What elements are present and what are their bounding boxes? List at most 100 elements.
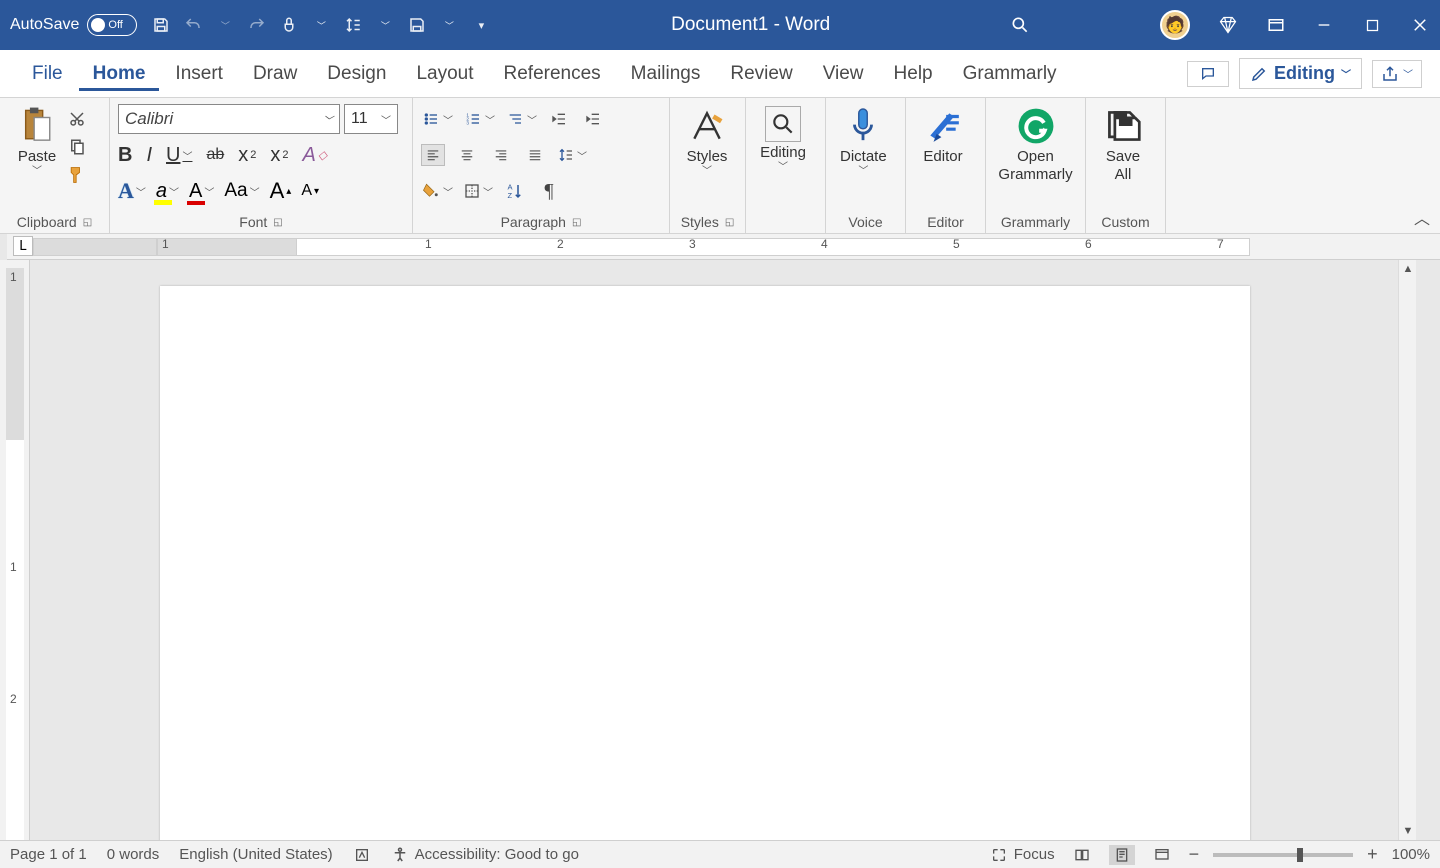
subscript-button[interactable]: x2 [238, 144, 256, 167]
language-indicator[interactable]: English (United States) [179, 846, 332, 863]
text-effects-button[interactable]: A﹀ [118, 178, 146, 204]
minimize-icon[interactable] [1314, 15, 1334, 35]
maximize-icon[interactable] [1362, 15, 1382, 35]
spacing-dropdown-icon[interactable]: ﹀ [375, 15, 395, 35]
copy-icon[interactable] [66, 136, 88, 158]
scroll-down-icon[interactable]: ▼ [1399, 822, 1417, 840]
tab-home[interactable]: Home [79, 57, 160, 91]
styles-button[interactable]: Styles ﹀ [678, 104, 736, 211]
styles-launcher-icon[interactable]: ◱ [725, 217, 734, 228]
vertical-ruler[interactable]: 1 1 2 [0, 260, 30, 840]
tab-review[interactable]: Review [716, 57, 806, 91]
tab-help[interactable]: Help [880, 57, 947, 91]
horizontal-ruler[interactable]: L 1 1 2 3 4 5 6 7 [7, 234, 1440, 260]
zoom-out-button[interactable]: − [1189, 844, 1200, 865]
close-icon[interactable] [1410, 15, 1430, 35]
web-layout-icon[interactable] [1149, 845, 1175, 865]
italic-button[interactable]: I [146, 144, 152, 167]
shrink-font-button[interactable]: A▾ [301, 182, 319, 200]
collapse-ribbon-icon[interactable]: ︿ [1414, 205, 1430, 229]
tab-layout[interactable]: Layout [402, 57, 487, 91]
user-avatar[interactable]: 🧑 [1160, 10, 1190, 40]
vertical-scrollbar[interactable]: ▲ ▼ [1398, 260, 1416, 840]
tab-mailings[interactable]: Mailings [617, 57, 715, 91]
diamond-icon[interactable] [1218, 15, 1238, 35]
search-icon[interactable] [1010, 15, 1030, 35]
decrease-indent-button[interactable] [547, 108, 571, 130]
tab-file[interactable]: File [18, 57, 77, 91]
align-left-button[interactable] [421, 144, 445, 166]
accessibility-status[interactable]: Accessibility: Good to go [391, 846, 579, 864]
editing-group-button[interactable]: Editing ﹀ [754, 104, 812, 211]
read-mode-icon[interactable] [1069, 845, 1095, 865]
tab-insert[interactable]: Insert [161, 57, 237, 91]
underline-button[interactable]: U﹀ [166, 144, 192, 167]
line-spacing-button[interactable]: ﹀ [557, 147, 587, 163]
scroll-up-icon[interactable]: ▲ [1399, 260, 1417, 278]
show-marks-button[interactable]: ¶ [537, 180, 561, 202]
clipboard-launcher-icon[interactable]: ◱ [83, 217, 92, 228]
quickprint-icon[interactable] [407, 15, 427, 35]
redo-icon[interactable] [247, 15, 267, 35]
font-launcher-icon[interactable]: ◱ [273, 217, 282, 228]
increase-indent-button[interactable] [581, 108, 605, 130]
autosave-toggle[interactable]: AutoSave Off [10, 14, 137, 36]
tab-grammarly[interactable]: Grammarly [949, 57, 1071, 91]
shading-button[interactable]: ﹀ [421, 182, 453, 200]
editor-button[interactable]: Editor [914, 104, 972, 211]
tab-references[interactable]: References [490, 57, 615, 91]
clear-formatting-icon[interactable]: A◇ [303, 144, 328, 167]
ribbon-display-icon[interactable] [1266, 15, 1286, 35]
multilevel-list-button[interactable]: ﹀ [505, 111, 537, 127]
justify-button[interactable] [523, 144, 547, 166]
open-grammarly-button[interactable]: Open Grammarly [994, 104, 1077, 211]
numbering-button[interactable]: 123﹀ [463, 111, 495, 127]
undo-icon[interactable] [183, 15, 203, 35]
qat-customize-icon[interactable]: ▾ [471, 15, 491, 35]
paragraph-launcher-icon[interactable]: ◱ [572, 217, 581, 228]
spacing-icon[interactable] [343, 15, 363, 35]
grow-font-button[interactable]: A▴ [270, 178, 292, 204]
touch-dropdown-icon[interactable]: ﹀ [311, 15, 331, 35]
document-viewport[interactable]: ▲ ▼ [30, 260, 1440, 840]
comments-button[interactable] [1187, 61, 1229, 87]
superscript-button[interactable]: x2 [270, 144, 288, 167]
focus-mode[interactable]: Focus [990, 846, 1055, 863]
document-page[interactable] [160, 286, 1250, 840]
font-size-combo[interactable]: 11 ﹀ [344, 104, 398, 134]
autosave-switch[interactable]: Off [87, 14, 137, 36]
bullets-button[interactable]: ﹀ [421, 111, 453, 127]
touch-mode-icon[interactable] [279, 15, 299, 35]
borders-button[interactable]: ﹀ [463, 183, 493, 199]
zoom-slider[interactable] [1213, 853, 1353, 857]
highlight-button[interactable]: a﹀ [156, 180, 179, 203]
tab-selector[interactable]: L [13, 236, 33, 256]
editing-mode-button[interactable]: Editing ﹀ [1239, 58, 1362, 89]
tab-design[interactable]: Design [313, 57, 400, 91]
strikethrough-button[interactable]: ab [206, 146, 224, 164]
macro-icon[interactable] [353, 847, 371, 863]
dictate-button[interactable]: Dictate ﹀ [834, 104, 893, 211]
bold-button[interactable]: B [118, 144, 132, 167]
tab-view[interactable]: View [809, 57, 878, 91]
paste-button[interactable]: Paste ﹀ [8, 104, 66, 211]
word-count[interactable]: 0 words [107, 846, 160, 863]
save-all-button[interactable]: Save All [1094, 104, 1152, 211]
align-right-button[interactable] [489, 144, 513, 166]
font-color-button[interactable]: A﹀ [189, 180, 214, 203]
sort-button[interactable]: AZ [503, 180, 527, 202]
cut-icon[interactable] [66, 108, 88, 130]
align-center-button[interactable] [455, 144, 479, 166]
save-icon[interactable] [151, 15, 171, 35]
font-name-combo[interactable]: Calibri ﹀ [118, 104, 340, 134]
share-button[interactable]: ﹀ [1372, 60, 1422, 88]
change-case-button[interactable]: Aa﹀ [224, 180, 259, 202]
format-painter-icon[interactable] [66, 164, 88, 186]
page-indicator[interactable]: Page 1 of 1 [10, 846, 87, 863]
zoom-in-button[interactable]: + [1367, 844, 1378, 865]
print-layout-icon[interactable] [1109, 845, 1135, 865]
quickprint-dropdown-icon[interactable]: ﹀ [439, 15, 459, 35]
zoom-level[interactable]: 100% [1392, 846, 1430, 863]
undo-dropdown-icon[interactable]: ﹀ [215, 15, 235, 35]
tab-draw[interactable]: Draw [239, 57, 311, 91]
